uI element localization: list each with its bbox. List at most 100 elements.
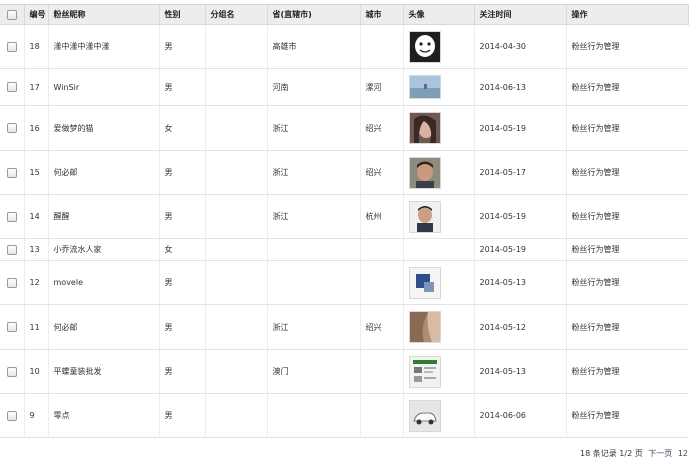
- cell-nickname: 何必邮: [47, 304, 159, 350]
- cell-province: 浙江: [266, 304, 360, 350]
- hair-closeup-avatar: [408, 311, 441, 343]
- fan-action-link[interactable]: 粉丝行为管理: [565, 260, 688, 305]
- screenshot-avatar: [408, 355, 441, 388]
- cell-province: 浙江: [266, 150, 360, 195]
- cell-gender: 女: [158, 105, 205, 151]
- cell-avatar: [402, 105, 474, 151]
- row-checkbox-cell[interactable]: [0, 194, 24, 239]
- cell-group: [204, 393, 267, 438]
- cell-gender: 男: [158, 150, 205, 195]
- cell-group: [204, 105, 267, 151]
- table-row: 15 何必邮男 浙江 绍兴 2014-05-17 粉丝行为管理: [0, 150, 688, 195]
- cell-gender: 男: [158, 194, 205, 239]
- cell-id: 16: [23, 105, 48, 151]
- last-page-link[interactable]: 12: [678, 449, 688, 458]
- cell-follow-time: 2014-05-19: [473, 238, 566, 261]
- portrait-man-avatar: [408, 156, 441, 189]
- fan-action-link[interactable]: 粉丝行为管理: [565, 393, 688, 438]
- row-checkbox-cell[interactable]: [0, 105, 24, 151]
- row-checkbox[interactable]: [6, 211, 17, 222]
- row-checkbox[interactable]: [6, 82, 17, 92]
- next-page-link[interactable]: 下一页: [648, 449, 672, 458]
- cell-id: 9: [23, 393, 48, 438]
- fan-action-link[interactable]: 粉丝行为管理: [565, 68, 688, 106]
- header-avatar: 头像: [402, 4, 475, 25]
- cell-province: [266, 260, 360, 305]
- fan-action-link[interactable]: 粉丝行为管理: [565, 105, 688, 151]
- fan-action-link[interactable]: 粉丝行为管理: [565, 194, 688, 239]
- cell-city: [359, 393, 403, 438]
- cell-group: [204, 68, 267, 106]
- header-city: 城市: [359, 4, 404, 25]
- select-all-header[interactable]: [0, 4, 25, 25]
- cell-nickname: 零点: [47, 393, 159, 438]
- fan-action-link[interactable]: 粉丝行为管理: [565, 24, 688, 69]
- header-id: 编号: [23, 4, 49, 25]
- row-checkbox[interactable]: [6, 123, 17, 133]
- pagination: 18 条记录 1/2 页 下一页 12: [577, 448, 688, 459]
- table-row: 14 醒醒男 浙江 杭州 2014-05-19 粉丝行为管理: [0, 194, 688, 239]
- seascape-avatar: [408, 75, 441, 99]
- row-checkbox[interactable]: [6, 322, 17, 332]
- cell-follow-time: 2014-05-12: [473, 304, 566, 350]
- fan-action-link[interactable]: 粉丝行为管理: [565, 349, 688, 394]
- cell-province: 澳门: [266, 349, 360, 394]
- cell-follow-time: 2014-05-13: [473, 260, 566, 305]
- cell-id: 13: [23, 238, 48, 261]
- cell-avatar: [402, 150, 474, 195]
- row-checkbox[interactable]: [6, 167, 17, 178]
- cartoon-face-avatar: [408, 30, 441, 63]
- cell-province: [266, 238, 360, 261]
- cell-group: [204, 194, 267, 239]
- cell-follow-time: 2014-04-30: [473, 24, 566, 69]
- table-row: 9 零点男 2014-06-06 粉丝行为管理: [0, 393, 688, 438]
- cell-avatar: [402, 349, 474, 394]
- row-checkbox-cell[interactable]: [0, 68, 24, 106]
- fan-action-link[interactable]: 粉丝行为管理: [565, 238, 688, 261]
- cell-nickname: 小乔流水人家: [47, 238, 159, 261]
- row-checkbox-cell[interactable]: [0, 304, 24, 350]
- row-checkbox[interactable]: [6, 410, 17, 421]
- cell-id: 18: [23, 24, 48, 69]
- row-checkbox[interactable]: [6, 366, 17, 377]
- cell-id: 15: [23, 150, 48, 195]
- row-checkbox-cell[interactable]: [0, 349, 24, 394]
- cell-city: [359, 24, 403, 69]
- row-checkbox[interactable]: [6, 41, 17, 52]
- cell-province: 河南: [266, 68, 360, 106]
- table-row: 13 小乔流水人家女 2014-05-19 粉丝行为管理: [0, 238, 688, 261]
- cell-province: 浙江: [266, 194, 360, 239]
- row-checkbox[interactable]: [6, 277, 17, 288]
- row-checkbox-cell[interactable]: [0, 260, 24, 305]
- cell-group: [204, 24, 267, 69]
- cell-nickname: 平蝶童装批发: [47, 349, 159, 394]
- row-checkbox-cell[interactable]: [0, 393, 24, 438]
- row-checkbox[interactable]: [6, 244, 17, 255]
- fan-action-link[interactable]: 粉丝行为管理: [565, 304, 688, 350]
- cell-nickname: 爱做梦的猫: [47, 105, 159, 151]
- row-checkbox-cell[interactable]: [0, 150, 24, 195]
- cell-group: [204, 150, 267, 195]
- cell-gender: 男: [158, 24, 205, 69]
- cell-follow-time: 2014-05-13: [473, 349, 566, 394]
- cell-follow-time: 2014-05-19: [473, 194, 566, 239]
- header-gender: 性别: [158, 4, 206, 25]
- header-group: 分组名: [204, 4, 268, 25]
- cell-avatar: [402, 304, 474, 350]
- select-all-checkbox[interactable]: [6, 9, 17, 20]
- cell-gender: 男: [158, 304, 205, 350]
- cell-city: 绍兴: [359, 150, 403, 195]
- cell-province: 浙江: [266, 105, 360, 151]
- fan-action-link[interactable]: 粉丝行为管理: [565, 150, 688, 195]
- row-checkbox-cell[interactable]: [0, 238, 24, 261]
- cell-id: 11: [23, 304, 48, 350]
- table-row: 10 平蝶童装批发男 澳门 2014-05-13 粉丝行为管理: [0, 349, 688, 394]
- cell-gender: 男: [158, 260, 205, 305]
- cell-city: [359, 260, 403, 305]
- cell-province: 高雄市: [266, 24, 360, 69]
- row-checkbox-cell[interactable]: [0, 24, 24, 69]
- portrait-young-man-avatar: [408, 200, 441, 233]
- cell-id: 17: [23, 68, 48, 106]
- table-row: 11 何必邮男 浙江 绍兴 2014-05-12 粉丝行为管理: [0, 304, 688, 350]
- cell-nickname: 漾中漾中漾中漾: [47, 24, 159, 69]
